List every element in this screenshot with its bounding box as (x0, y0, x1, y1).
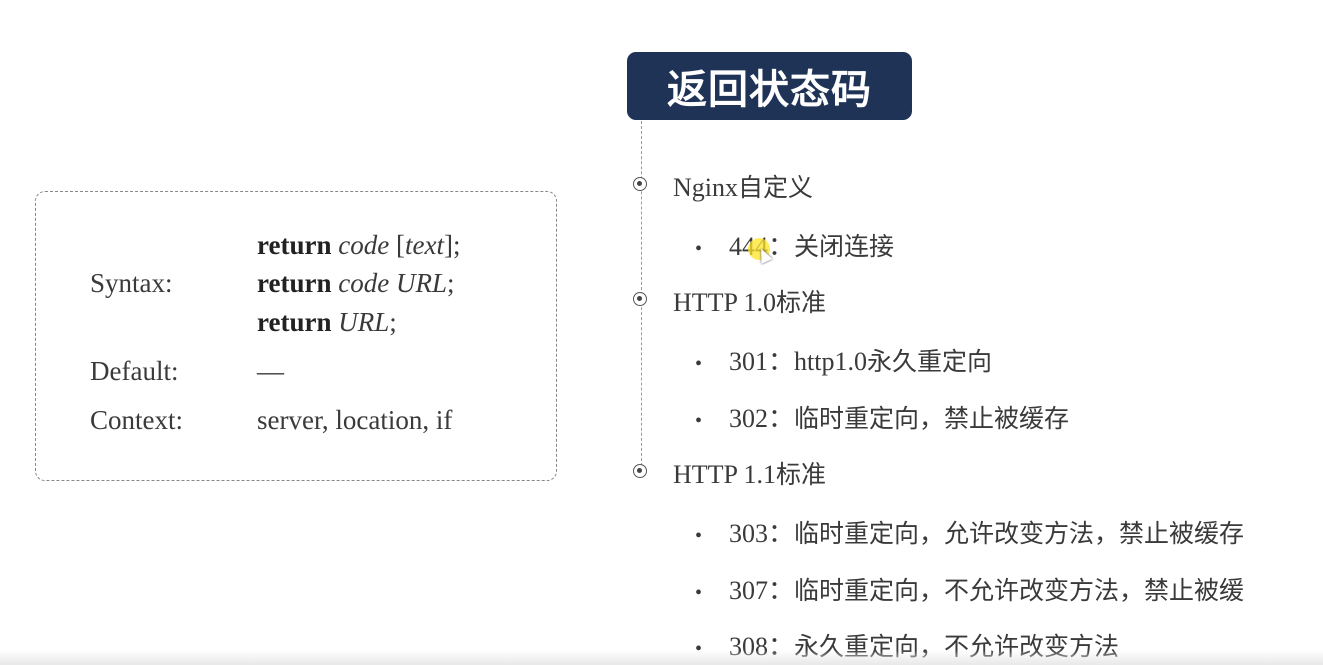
syntax-line-2: return code URL; (257, 268, 455, 299)
status-desc: 临时重定向，不允许改变方法，禁止被缓 (794, 576, 1245, 605)
context-label: Context: (90, 405, 183, 435)
separator: ： (768, 347, 795, 377)
syntax-line-1: return code [text]; (257, 230, 460, 261)
list-item: •444：关闭连接 (695, 226, 894, 263)
status-desc: 临时重定向，禁止被缓存 (794, 404, 1070, 433)
status-code: 307 (729, 576, 768, 605)
line-end: ; (446, 268, 455, 298)
arg-url: URL (338, 307, 390, 337)
keyword-return: return (257, 230, 332, 260)
page-title: 返回状态码 (627, 52, 912, 120)
section-heading-nginx: Nginx自定义 (673, 168, 813, 204)
status-desc-prefix: http1.0 (794, 347, 867, 376)
section-prefix: Nginx (673, 173, 738, 202)
keyword-return: return (257, 268, 332, 298)
bracket-open: [ (389, 230, 405, 260)
separator: ： (768, 404, 795, 434)
separator: ： (768, 576, 795, 606)
status-code: 302 (729, 404, 768, 433)
bracket-close: ]; (443, 230, 461, 260)
bullet-icon: • (695, 582, 703, 604)
section-suffix: 标准 (776, 460, 827, 489)
default-value: — (257, 356, 284, 386)
context-value: server, location, if (257, 405, 453, 435)
default-label: Default: (90, 356, 179, 386)
keyword-return: return (257, 307, 332, 337)
outline-node-icon (633, 292, 647, 306)
section-heading-http10: HTTP 1.0标准 (673, 283, 826, 319)
arg-code: code (338, 230, 390, 260)
list-item: • 307：临时重定向，不允许改变方法，禁止被缓 (695, 570, 1244, 607)
bullet-icon: • (695, 410, 703, 432)
line-end: ; (389, 307, 397, 337)
syntax-line-3: return URL; (257, 307, 397, 338)
section-prefix: HTTP 1.1 (673, 460, 777, 489)
list-item: • 303：临时重定向，允许改变方法，禁止被缓存 (695, 513, 1244, 550)
list-item: • 301：http1.0永久重定向 (695, 341, 992, 378)
section-heading-http11: HTTP 1.1标准 (673, 455, 826, 491)
section-prefix: HTTP 1.0 (673, 288, 777, 317)
bottom-edge (0, 650, 1323, 665)
bullet-icon: • (695, 525, 703, 547)
arg-code: code (338, 268, 390, 298)
bullet-icon: • (695, 353, 703, 375)
list-item: • 302：临时重定向，禁止被缓存 (695, 398, 1069, 435)
outline-node-icon (633, 464, 647, 478)
section-suffix: 标准 (776, 288, 827, 317)
outline-node-icon (633, 177, 647, 191)
status-code: 301 (729, 347, 768, 376)
status-desc: 临时重定向，允许改变方法，禁止被缓存 (794, 519, 1245, 548)
separator: ： (768, 519, 795, 549)
status-desc: 永久重定向 (866, 347, 992, 376)
arg-url: URL (395, 268, 447, 298)
section-suffix: 自定义 (738, 173, 814, 202)
arg-text: text (404, 230, 444, 260)
syntax-label: Syntax: (90, 268, 173, 298)
status-code: 303 (729, 519, 768, 548)
bullet-icon: • (695, 238, 703, 260)
status-desc: 关闭连接 (794, 232, 895, 261)
